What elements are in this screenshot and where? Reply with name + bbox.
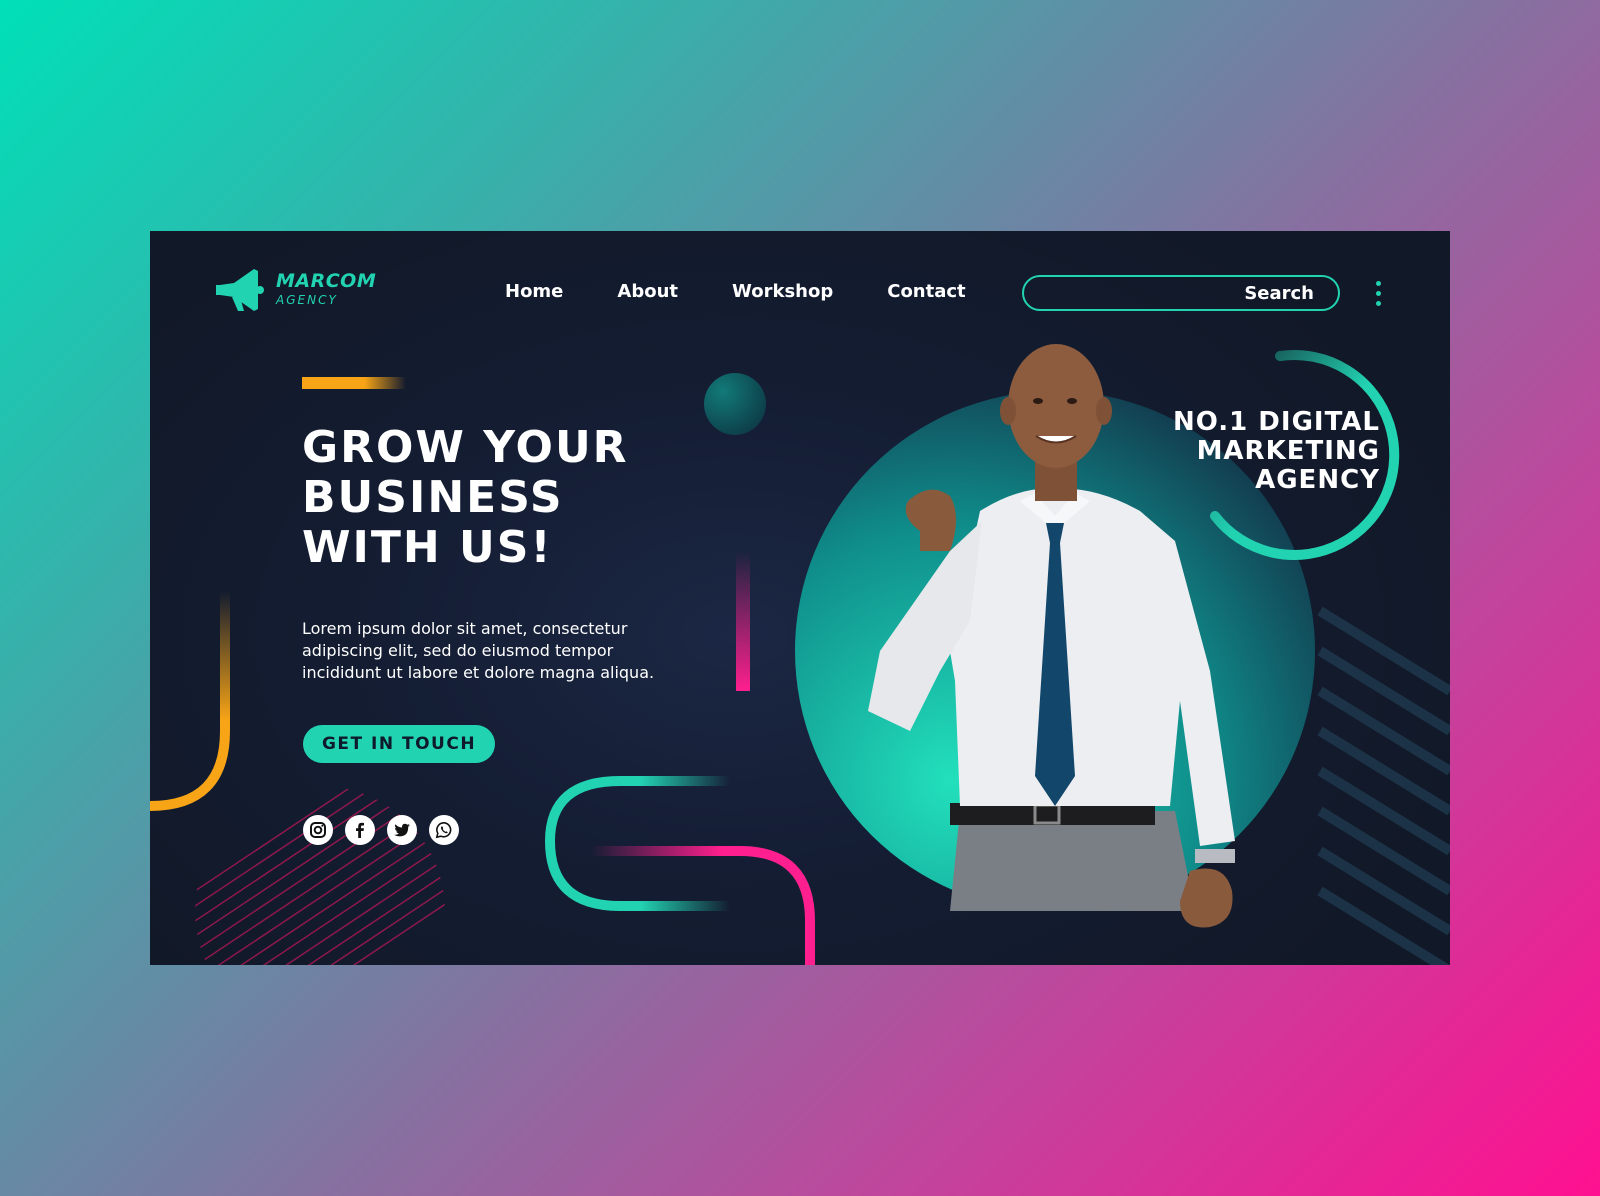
accent-bar [302,377,406,389]
nav-home[interactable]: Home [505,281,563,302]
tagline-line-3: AGENCY [1255,465,1380,495]
businessman-photo [868,344,1235,928]
twitter-icon[interactable] [387,815,417,845]
headline-line-2: BUSINESS [302,472,564,523]
brand-subtitle: AGENCY [276,293,338,307]
tagline: NO.1 DIGITAL MARKETING AGENCY [1080,408,1380,495]
instagram-icon[interactable] [303,815,333,845]
nav-contact[interactable]: Contact [887,281,965,302]
more-menu-icon[interactable] [1376,281,1381,306]
whatsapp-icon[interactable] [429,815,459,845]
nav-about[interactable]: About [617,281,678,302]
tagline-line-2: MARKETING [1196,436,1380,466]
hero-headline: GROW YOUR BUSINESS WITH US! [302,423,682,573]
facebook-icon[interactable] [345,815,375,845]
hero-body-text: Lorem ipsum dolor sit amet, consectetur … [302,619,655,682]
megaphone-icon [216,269,264,311]
main-nav: Home About Workshop Contact [505,281,1020,302]
brand-name: MARCOM [276,270,377,292]
brand-logo[interactable]: MARCOM AGENCY [214,261,376,317]
search-input[interactable]: Search [1022,275,1340,311]
nav-workshop[interactable]: Workshop [732,281,833,302]
tagline-line-1: NO.1 DIGITAL [1173,407,1380,437]
headline-line-1: GROW YOUR [302,422,629,473]
search-label: Search [1244,282,1314,304]
landing-card: MARCOM AGENCY Home About Workshop Contac… [150,231,1450,965]
social-links [303,815,459,845]
headline-line-3: WITH US! [302,522,553,573]
get-in-touch-button[interactable]: GET IN TOUCH [303,725,495,763]
